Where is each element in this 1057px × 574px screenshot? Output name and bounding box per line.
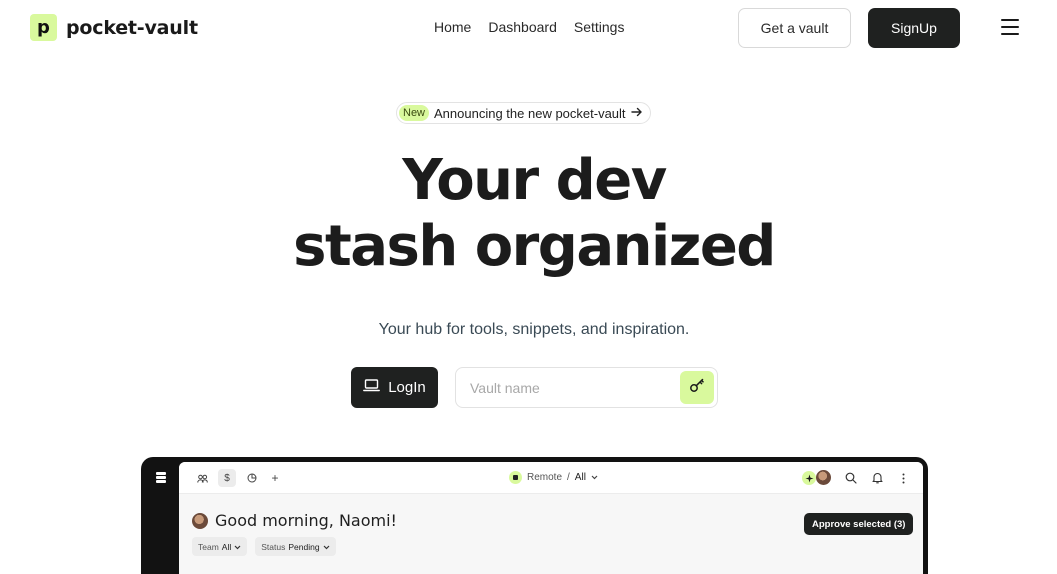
preview-sidebar [141,457,179,574]
get-vault-button[interactable]: Get a vault [738,8,851,48]
more-vertical-icon[interactable] [895,470,911,486]
dollar-icon[interactable]: $ [218,469,236,487]
hero-title-line2: stash organized [293,214,776,279]
preview-logo-icon [156,472,166,483]
filter-status-value: Pending [288,541,320,552]
brand-logo[interactable]: p pocket-vault [30,14,198,41]
preview-topbar: $ + Remote / All [179,462,923,494]
plus-icon[interactable]: + [266,469,284,487]
nav-links: Home Dashboard Settings [434,19,624,35]
filter-team-label: Team [198,541,219,552]
search-icon[interactable] [843,470,859,486]
hero-subtitle: Your hub for tools, snippets, and inspir… [378,321,690,338]
login-label: LogIn [388,379,426,396]
chevron-down-icon [323,542,330,552]
login-button[interactable]: LogIn [351,367,438,408]
users-icon[interactable] [193,469,211,487]
brand-name: pocket-vault [66,16,198,39]
laptop-icon [363,379,381,396]
filter-status[interactable]: Status Pending [255,537,336,556]
vault-name-input[interactable] [457,369,677,406]
workspace-name: Remote [527,472,563,483]
sparkle-icon[interactable] [802,471,816,485]
workspace-breadcrumb[interactable]: Remote / All [509,471,598,484]
chevron-down-icon [591,472,598,483]
breadcrumb-separator: / [567,472,570,483]
filter-status-label: Status [261,541,286,552]
announcement-pill[interactable]: New Announcing the new pocket-vault [396,102,651,124]
bell-icon[interactable] [869,470,885,486]
app-preview-frame: $ + Remote / All Good morning, Naomi! Te… [141,457,928,574]
nav-link-home[interactable]: Home [434,19,471,35]
greeting-avatar [192,512,208,529]
greeting-text: Good morning, Naomi! [215,511,397,530]
filter-bar: Team All Status Pending [192,537,336,556]
nav-link-settings[interactable]: Settings [574,19,625,35]
new-badge: New [399,105,430,121]
hero-title: Your dev stash organized [0,148,1057,280]
logo-mark: p [30,14,57,41]
workspace-scope: All [574,472,586,483]
filter-team[interactable]: Team All [192,537,248,556]
workspace-icon [509,471,522,484]
approve-selected-button[interactable]: Approve selected (3) [804,513,914,535]
key-icon [689,377,705,398]
arrow-right-icon [630,106,643,121]
announcement-text: Announcing the new pocket-vault [434,105,626,121]
nav-link-dashboard[interactable]: Dashboard [488,19,557,35]
user-avatar[interactable] [816,470,831,485]
chart-pie-icon[interactable] [243,469,261,487]
signup-button[interactable]: SignUp [868,8,960,48]
top-navigation: p pocket-vault Home Dashboard Settings G… [0,0,1057,56]
vault-name-field [455,367,718,408]
menu-icon[interactable] [1001,19,1019,35]
greeting: Good morning, Naomi! [192,511,397,530]
hero-title-line1: Your dev [402,148,667,213]
chevron-down-icon [234,542,241,552]
filter-team-value: All [221,541,232,552]
preview-screen: $ + Remote / All Good morning, Naomi! Te… [179,462,923,574]
key-button[interactable] [680,371,714,404]
